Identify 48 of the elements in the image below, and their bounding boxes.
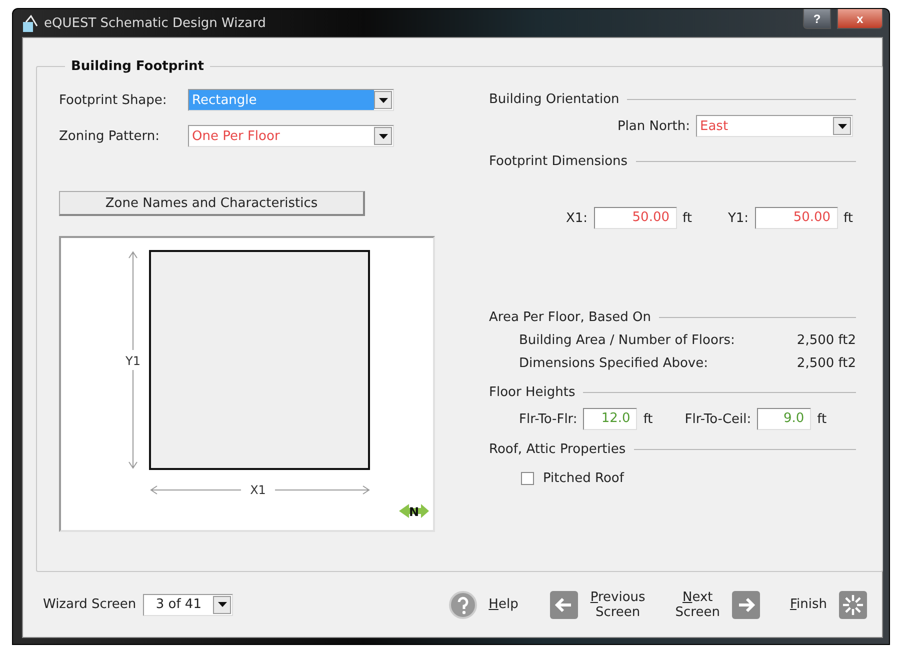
unit-label: ft xyxy=(844,210,853,226)
help-button[interactable]: Help xyxy=(448,590,518,618)
height-field[interactable]: 12.0 xyxy=(583,408,638,430)
field-label: Y1: xyxy=(728,210,749,226)
pitched-roof-checkbox[interactable] xyxy=(521,472,534,485)
footer-label: Wizard Screen xyxy=(43,597,136,612)
caret-icon xyxy=(218,602,227,607)
field-label: Footprint Shape: xyxy=(59,92,168,108)
help-icon xyxy=(448,590,477,618)
burst-icon xyxy=(839,590,867,618)
area-value: 2,500 ft2 xyxy=(796,356,856,371)
back-button[interactable]: Previous Screen xyxy=(550,590,646,620)
section-heading: Roof, Attic Properties xyxy=(489,442,626,457)
unit-label: ft xyxy=(682,210,692,226)
close-button[interactable]: x xyxy=(837,9,883,29)
zone-names-button[interactable]: Zone Names and Characteristics xyxy=(59,191,365,216)
height-field[interactable]: 9.0 xyxy=(757,408,812,430)
section-heading: Footprint Dimensions xyxy=(489,154,628,169)
field-label: Zoning Pattern: xyxy=(59,128,160,144)
plan-north-select[interactable]: East xyxy=(696,115,853,137)
area-label: Dimensions Specified Above: xyxy=(519,356,708,371)
screen-select[interactable]: 3 of 41 xyxy=(143,594,234,616)
section-heading: Building Orientation xyxy=(489,92,620,107)
caret-icon xyxy=(378,98,388,102)
dimension-label: X1 xyxy=(250,483,266,497)
dimension-field[interactable]: 50.00 xyxy=(594,207,676,229)
field-label: X1: xyxy=(566,210,588,226)
dimension-label: Y1 xyxy=(126,354,140,368)
field-label: Flr-To-Ceil: xyxy=(684,412,752,426)
dimension-field[interactable]: 50.00 xyxy=(754,207,838,229)
window-title: eQUEST Schematic Design Wizard xyxy=(44,16,267,30)
finish-button[interactable]: Finish xyxy=(790,590,867,618)
zoning-select[interactable]: One Per Floor xyxy=(188,125,394,147)
unit-label: ft xyxy=(643,412,653,426)
shape-select[interactable]: Rectangle xyxy=(188,89,394,111)
checkbox-label: Pitched Roof xyxy=(543,471,624,486)
help-button[interactable]: ? xyxy=(803,9,831,29)
caret-icon xyxy=(838,124,846,128)
field-label: Plan North: xyxy=(617,118,690,134)
section-heading: Area Per Floor, Based On xyxy=(489,310,652,325)
unit-label: ft xyxy=(817,412,827,426)
next-button[interactable]: Next Screen xyxy=(675,590,760,620)
group-title: Building Footprint xyxy=(70,59,205,74)
caret-icon xyxy=(378,134,388,138)
area-value: 2,500 ft2 xyxy=(796,333,856,348)
section-heading: Floor Heights xyxy=(489,385,576,400)
field-label: Flr-To-Flr: xyxy=(519,412,578,426)
area-label: Building Area / Number of Floors: xyxy=(519,333,735,348)
